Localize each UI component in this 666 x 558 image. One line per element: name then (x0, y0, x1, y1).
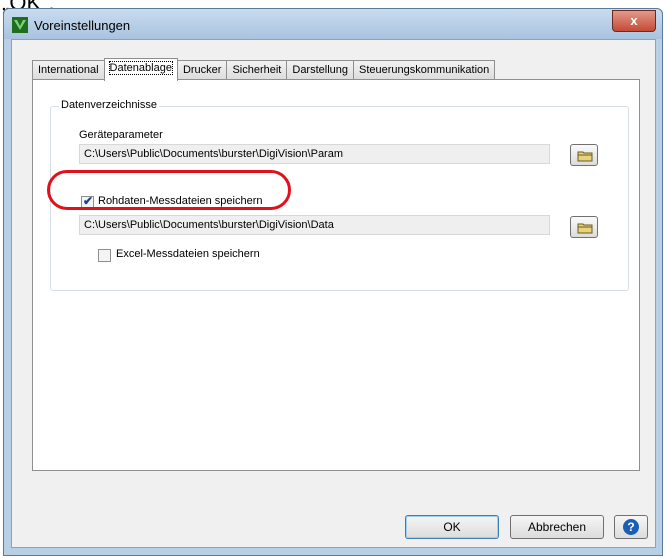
cancel-button[interactable]: Abbrechen (510, 515, 604, 539)
tab-international[interactable]: International (32, 60, 105, 80)
tab-drucker[interactable]: Drucker (176, 60, 228, 80)
tab-panel: Datenverzeichnisse Geräteparameter C:\Us… (32, 79, 640, 471)
tab-steuerungskommunikation[interactable]: Steuerungskommunikation (353, 60, 496, 80)
tab-label: Steuerungskommunikation (359, 64, 490, 76)
device-params-path-field[interactable]: C:\Users\Public\Documents\burster\DigiVi… (79, 144, 550, 164)
ok-button[interactable]: OK (405, 515, 499, 539)
dialog-client-area: International Datenablage Drucker Sicher… (11, 39, 656, 548)
tab-label: Sicherheit (232, 64, 282, 76)
preferences-dialog: Voreinstellungen x International Datenab… (3, 8, 663, 556)
excel-checkbox[interactable] (98, 249, 111, 262)
close-icon: x (630, 13, 638, 28)
tab-sicherheit[interactable]: Sicherheit (226, 60, 288, 80)
group-title: Datenverzeichnisse (59, 99, 159, 111)
folder-icon (577, 223, 593, 234)
folder-icon (577, 151, 593, 162)
tab-label: Drucker (182, 64, 222, 76)
window-title: Voreinstellungen (34, 18, 131, 33)
tab-strip: International Datenablage Drucker Sicher… (32, 58, 496, 81)
tab-darstellung[interactable]: Darstellung (286, 60, 355, 80)
title-bar[interactable]: Voreinstellungen x (4, 9, 662, 39)
browse-device-params-button[interactable] (570, 144, 598, 166)
excel-checkbox-label[interactable]: Excel-Messdateien speichern (116, 248, 260, 260)
highlight-oval (47, 170, 291, 210)
help-button[interactable]: ? (614, 515, 648, 539)
tab-label: Datenablage (108, 61, 173, 75)
close-button[interactable]: x (612, 10, 656, 32)
help-icon: ? (623, 519, 639, 535)
raw-data-path-field[interactable]: C:\Users\Public\Documents\burster\DigiVi… (79, 215, 550, 235)
app-icon (12, 17, 28, 33)
device-params-label: Geräteparameter (79, 129, 163, 141)
tab-label: Darstellung (292, 64, 349, 76)
tab-datenablage[interactable]: Datenablage (103, 58, 178, 81)
browse-raw-data-button[interactable] (570, 216, 598, 238)
tab-label: International (38, 64, 99, 76)
